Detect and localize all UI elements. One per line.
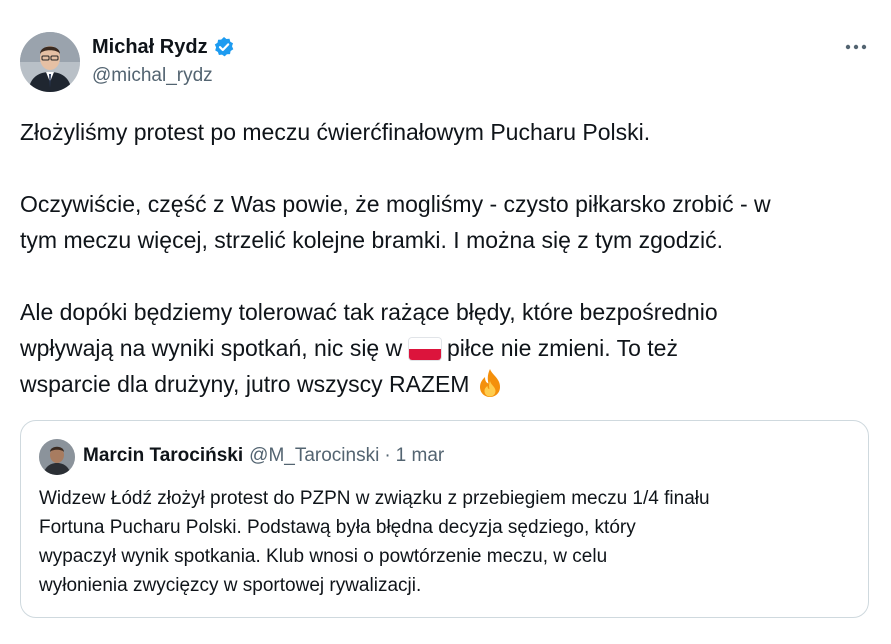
fire-icon <box>476 368 504 398</box>
quoted-text-line: wyłonienia zwycięzcy w sportowej rywaliz… <box>39 575 422 596</box>
tweet-text-line: tym meczu więcej, strzelić kolejne bramk… <box>20 227 723 253</box>
more-options-icon[interactable] <box>842 34 870 60</box>
quoted-author-avatar[interactable] <box>39 439 75 475</box>
author-avatar[interactable] <box>20 32 80 92</box>
quoted-author-name[interactable]: Marcin Tarociński <box>83 445 243 467</box>
tweet-card: Michał Rydz @michal_rydz Złożyliśmy prot… <box>0 0 891 644</box>
tweet-text-paragraph-1: Złożyliśmy protest po meczu ćwierćfinało… <box>20 114 880 150</box>
quoted-text-line: Fortuna Pucharu Polski. Podstawą była bł… <box>39 517 636 538</box>
tweet-text-line: Ale dopóki będziemy tolerować tak rażące… <box>20 299 718 325</box>
tweet-text-line: Złożyliśmy protest po meczu ćwierćfinało… <box>20 119 651 145</box>
poland-flag-icon <box>408 338 441 360</box>
author-name[interactable]: Michał Rydz <box>92 36 208 59</box>
tweet-text-paragraph-3: Ale dopóki będziemy tolerować tak rażące… <box>20 294 880 402</box>
tweet-text-line: wpływają na wyniki spotkań, nic się w pi… <box>20 330 880 366</box>
quoted-text: Widzew Łódź złożył protest do PZPN w zwi… <box>39 484 859 600</box>
verified-badge-icon <box>213 36 235 58</box>
tweet-text-line: Oczywiście, część z Was powie, że mogliś… <box>20 191 771 217</box>
quoted-text-line: Widzew Łódź złożył protest do PZPN w zwi… <box>39 488 710 509</box>
tweet-text-paragraph-2: Oczywiście, część z Was powie, że mogliś… <box>20 186 880 258</box>
quoted-text-line: wypaczył wynik spotkania. Klub wnosi o p… <box>39 546 608 567</box>
quoted-date[interactable]: 1 mar <box>396 445 445 467</box>
quoted-tweet[interactable]: Marcin Tarociński @M_Tarocinski · 1 mar … <box>20 420 869 618</box>
tweet-text-fragment: piłce nie zmieni. To też <box>447 335 678 361</box>
tweet-text-fragment: wpływają na wyniki spotkań, nic się w <box>20 335 403 361</box>
quoted-header: Marcin Tarociński @M_Tarocinski · 1 mar <box>83 441 444 471</box>
separator-dot: · <box>384 445 391 466</box>
author-name-row: Michał Rydz <box>92 34 235 60</box>
tweet-text-line: wsparcie dla drużyny, jutro wszyscy RAZE… <box>20 366 880 402</box>
tweet-text-fragment: wsparcie dla drużyny, jutro wszyscy RAZE… <box>20 371 470 397</box>
quoted-author-handle[interactable]: @M_Tarocinski <box>249 445 379 467</box>
author-handle[interactable]: @michal_rydz <box>92 65 213 87</box>
